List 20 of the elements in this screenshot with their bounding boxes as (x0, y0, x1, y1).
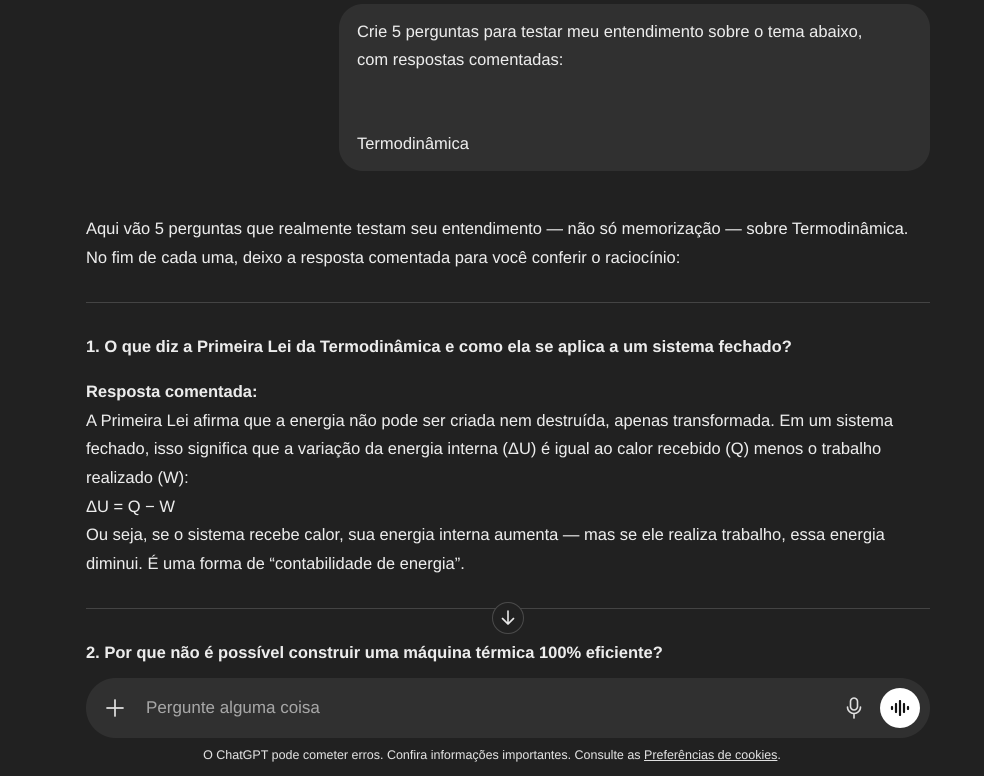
answer-label: Resposta comentada: (86, 382, 258, 404)
user-message: Crie 5 perguntas para testar meu entendimento sobre o tema abaixo, com respostas comentadas: Termodinâmica (339, 4, 930, 171)
sound-wave-icon (890, 700, 910, 716)
scroll-down-button[interactable] (492, 602, 524, 634)
message-input[interactable]: Pergunte alguma coisa (144, 697, 846, 719)
arrow-down-icon (499, 609, 517, 627)
answer-text: Ou seja, se o sistema recebe calor, sua energia interna aumenta — mas se ele realiza trabalho, essa energia diminui. É uma forma de “contabilidade de energia”. (86, 525, 886, 575)
microphone-icon (846, 697, 862, 719)
question-heading: 1. O que diz a Primeira Lei da Termodinâmica e como ela se aplica a um sistema fechado? (86, 337, 793, 358)
assistant-intro: Aqui vão 5 perguntas que realmente testam seu entendimento — não só memorização — sobre Termodinâmica. No fim de cada uma, deixo a resposta comentada para você conferir o raciocínio: (86, 219, 910, 269)
answer-text: A Primeira Lei afirma que a energia não pode ser criada nem destruída, apenas transformada. Em um sistema fechado, isso significa que a variação da energia interna (ΔU) é igual ao calor recebido (Q) menos o trabalho realizado (W): (86, 410, 894, 489)
disclaimer-text: O ChatGPT pode cometer erros. Confira informações importantes. Consulte as Preferências de cookies. (202, 748, 782, 762)
cookie-preferences-link[interactable]: Preferências de cookies (644, 748, 778, 762)
message-input-field[interactable]: Pergunte alguma coisa (86, 678, 930, 738)
question-heading: 2. Por que não é possível construir uma máquina térmica 100% eficiente? (86, 643, 664, 664)
voice-mode-button[interactable] (880, 688, 920, 728)
answer-text: ΔU = Q − W (86, 496, 176, 518)
microphone-button[interactable] (846, 697, 862, 719)
plus-icon (106, 699, 124, 717)
add-button[interactable] (106, 699, 124, 717)
